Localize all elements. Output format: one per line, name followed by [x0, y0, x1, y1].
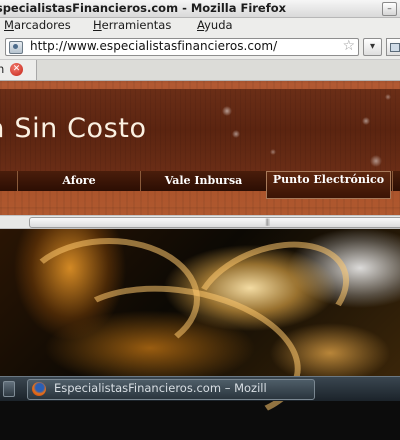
desktop-wallpaper — [0, 221, 400, 440]
menu-item-marcadores[interactable]: Marcadores — [4, 18, 71, 32]
menu-item-ayuda[interactable]: Ayuda — [197, 18, 233, 32]
menu-mnemonic: M — [4, 18, 14, 32]
nav-item-punto-electronico[interactable]: Punto Electrónico — [266, 171, 391, 199]
taskbar-task-firefox[interactable]: EspecialistasFinancieros.com – Mozill — [27, 379, 315, 400]
url-bar[interactable]: http://www.especialistasfinancieros.com/… — [5, 38, 359, 56]
taskbar: EspecialistasFinancieros.com – Mozill — [0, 376, 400, 401]
menu-item-herramientas[interactable]: Herramientas — [93, 18, 171, 32]
nav-item-afore[interactable]: Afore — [17, 171, 141, 191]
menu-bar: Marcadores Herramientas Ayuda — [0, 18, 400, 35]
page-content: a Sin Costo Afore Vale Inbursa Punto Ele… — [0, 81, 400, 215]
window-titlebar[interactable]: EspecialistasFinancieros.com - Mozilla F… — [0, 0, 400, 18]
url-history-dropdown-button[interactable]: ▾ — [363, 38, 382, 56]
banner-title: a Sin Costo — [0, 113, 147, 144]
window-controls: – — [382, 2, 397, 16]
tab-label: n — [0, 62, 5, 76]
scrollbar-thumb[interactable]: ||| — [29, 217, 400, 228]
show-desktop-button[interactable] — [3, 381, 15, 397]
firefox-icon — [32, 382, 46, 396]
horizontal-scrollbar[interactable]: ||| — [0, 215, 400, 229]
taskbar-task-label: EspecialistasFinancieros.com – Mozill — [54, 381, 267, 395]
tab-bar: n ✕ — [0, 60, 400, 81]
search-engine-icon[interactable] — [386, 38, 400, 56]
site-banner: a Sin Costo — [0, 89, 400, 171]
menu-mnemonic: H — [93, 18, 102, 32]
navigation-toolbar: http://www.especialistasfinancieros.com/… — [0, 35, 400, 60]
site-nav: Afore Vale Inbursa Punto Electrónico — [0, 171, 400, 199]
url-text[interactable]: http://www.especialistasfinancieros.com/ — [30, 39, 277, 53]
bookmark-star-icon[interactable]: ☆ — [342, 38, 355, 54]
tab-especialistas[interactable]: n ✕ — [0, 60, 37, 80]
scrollbar-grip: ||| — [265, 218, 270, 226]
tab-close-icon[interactable]: ✕ — [10, 63, 23, 76]
nav-item-partial-right[interactable] — [392, 171, 400, 191]
minimize-button[interactable]: – — [382, 2, 397, 16]
nav-item-partial-left[interactable] — [0, 171, 18, 191]
site-identity-icon[interactable] — [9, 41, 23, 54]
menu-mnemonic: A — [197, 18, 205, 32]
window-title: EspecialistasFinancieros.com - Mozilla F… — [0, 1, 287, 15]
nav-item-vale-inbursa[interactable]: Vale Inbursa — [140, 171, 267, 191]
